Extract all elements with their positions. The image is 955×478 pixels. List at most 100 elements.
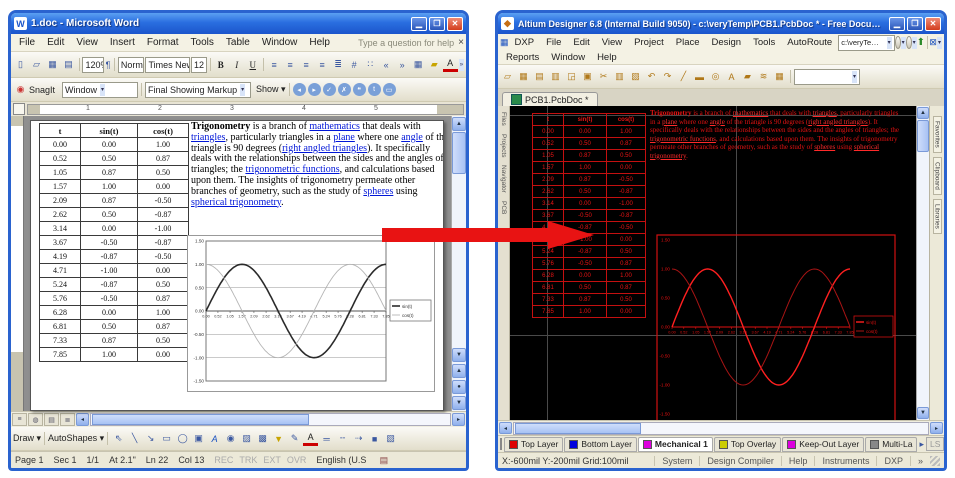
ls-button[interactable]: LS: [926, 437, 944, 451]
align-left-icon[interactable]: ≡: [267, 57, 282, 72]
toolbar-options-icon[interactable]: »: [459, 59, 464, 71]
scroll-up-icon[interactable]: ▲: [452, 117, 466, 131]
shadow-style-icon[interactable]: ■: [367, 431, 382, 446]
menu-tools[interactable]: Tools: [185, 36, 220, 49]
snagit-window-combo[interactable]: Window▾: [62, 82, 138, 98]
scroll-left-icon[interactable]: ◂: [76, 413, 89, 426]
hyperlink[interactable]: right angled triangles: [808, 118, 867, 126]
layer-tab-top-overlay[interactable]: Top Overlay: [714, 437, 781, 452]
layer-tab-multi-la[interactable]: Multi-La: [865, 437, 917, 452]
menu-dxp[interactable]: DXP: [509, 36, 541, 49]
hyperlink[interactable]: angle: [401, 132, 423, 143]
reject-change-icon[interactable]: ✗: [338, 83, 351, 96]
print-icon[interactable]: ▤: [532, 69, 547, 84]
undo-icon[interactable]: ↶: [644, 69, 659, 84]
parent-document-icon[interactable]: ⬆: [917, 37, 925, 48]
decrease-indent-icon[interactable]: «: [379, 57, 394, 72]
zoom-fit-icon[interactable]: ▣: [580, 69, 595, 84]
horizontal-ruler[interactable]: 12345: [27, 104, 464, 115]
left-tab-files[interactable]: Files: [500, 112, 507, 126]
menu-help[interactable]: Help: [591, 51, 623, 64]
panel-button-design-compiler[interactable]: Design Compiler: [699, 456, 781, 466]
close-button[interactable]: ✕: [925, 17, 941, 31]
hyperlink[interactable]: trigonometric functions: [650, 135, 716, 143]
scroll-down-icon[interactable]: ▼: [917, 407, 929, 419]
hyperlink[interactable]: spheres: [363, 186, 393, 197]
font-color-icon[interactable]: A: [443, 57, 458, 72]
panel-button-»[interactable]: »: [910, 456, 930, 466]
hyperlink[interactable]: plane: [662, 118, 677, 126]
align-right-icon[interactable]: ≡: [299, 57, 314, 72]
sine-cosine-chart[interactable]: -1.50-1.00-0.500.000.501.001.500.000.521…: [187, 235, 435, 392]
print-layout-view-icon[interactable]: ▤: [44, 413, 59, 426]
place-line-icon[interactable]: ╱: [676, 69, 691, 84]
word-titlebar[interactable]: W 1.doc - Microsoft Word ▁ ❐ ✕: [11, 13, 466, 34]
menu-window[interactable]: Window: [256, 36, 304, 49]
normal-view-icon[interactable]: ≡: [12, 413, 27, 426]
highlight-icon[interactable]: ▰: [427, 57, 442, 72]
scroll-thumb[interactable]: [452, 132, 466, 174]
altium-horizontal-scrollbar[interactable]: ◂ ▸: [498, 420, 944, 435]
board-wizard-icon[interactable]: ▦: [772, 69, 787, 84]
reviewing-pane-icon[interactable]: ▭: [383, 83, 396, 96]
arrow-style-icon[interactable]: ⇢: [351, 431, 366, 446]
minimize-button[interactable]: ▁: [411, 17, 427, 31]
paragraph-marks-icon[interactable]: ¶: [105, 57, 112, 72]
new-document-icon[interactable]: ▯: [13, 57, 28, 72]
menu-view[interactable]: View: [596, 36, 628, 49]
type-question-box[interactable]: Type a question for help: [358, 38, 454, 48]
style-combo[interactable]: Normal▾: [118, 57, 145, 73]
panel-button-system[interactable]: System: [654, 456, 699, 466]
trigonometry-paragraph[interactable]: Trigonometry is a branch of mathematics …: [191, 122, 444, 208]
place-polygon-icon[interactable]: ▰: [740, 69, 755, 84]
scroll-right-icon[interactable]: ▸: [452, 413, 465, 426]
picture-icon[interactable]: ▩: [255, 431, 270, 446]
restore-button[interactable]: ❐: [429, 17, 445, 31]
menu-edit[interactable]: Edit: [567, 36, 595, 49]
pcb-canvas[interactable]: tsin(t)cos(t)0.000.001.000.520.500.871.0…: [510, 106, 916, 420]
line-color-icon[interactable]: ✎: [287, 431, 302, 446]
font-size-combo[interactable]: 12▾: [191, 57, 207, 73]
web-layout-view-icon[interactable]: ◍: [28, 413, 43, 426]
document-path-combo[interactable]: c:\veryTemp\PCB1.PcbDoc InteractiveR *▾: [838, 35, 894, 51]
dash-style-icon[interactable]: ╌: [335, 431, 350, 446]
increase-indent-icon[interactable]: »: [395, 57, 410, 72]
right-tab-clipboard[interactable]: Clipboard: [933, 157, 942, 195]
panel-button-help[interactable]: Help: [781, 456, 815, 466]
close-button[interactable]: ✕: [447, 17, 463, 31]
layer-tab-top-layer[interactable]: Top Layer: [504, 437, 563, 452]
bold-icon[interactable]: B: [213, 57, 228, 72]
panel-button-instruments[interactable]: Instruments: [814, 456, 876, 466]
browse-next-icon[interactable]: ▼: [452, 396, 466, 410]
menu-design[interactable]: Design: [706, 36, 748, 49]
menubar-close-icon[interactable]: ×: [458, 37, 464, 48]
left-tab-projects[interactable]: Projects: [500, 134, 507, 157]
cut-icon[interactable]: ✂: [596, 69, 611, 84]
hyperlink[interactable]: spheres: [814, 143, 835, 151]
menu-project[interactable]: Project: [628, 36, 670, 49]
document-page[interactable]: tsin(t)cos(t)0.000.001.000.520.500.871.0…: [30, 120, 444, 411]
oval-icon[interactable]: ◯: [175, 431, 190, 446]
menu-table[interactable]: Table: [220, 36, 256, 49]
print-preview-icon[interactable]: ▥: [548, 69, 563, 84]
pcb-trigonometry-paragraph[interactable]: Trigonometry is a branch of mathematics …: [650, 109, 904, 160]
hyperlink[interactable]: mathematics: [309, 121, 360, 132]
hyperlink[interactable]: plane: [333, 132, 355, 143]
font-combo[interactable]: Times New Roman▾: [145, 57, 190, 73]
hscroll-track[interactable]: [90, 413, 451, 426]
menu-view[interactable]: View: [70, 36, 104, 49]
font-color-icon[interactable]: A: [303, 431, 318, 446]
resize-grip[interactable]: [930, 456, 940, 466]
altium-vertical-scrollbar[interactable]: ▲ ▼: [916, 106, 929, 420]
arrow-icon[interactable]: ↘: [143, 431, 158, 446]
layer-scroll-icon[interactable]: ▸: [919, 437, 924, 452]
hscroll-thumb[interactable]: [515, 423, 641, 434]
scroll-down-icon[interactable]: ▼: [452, 348, 466, 362]
clip-art-icon[interactable]: ▨: [239, 431, 254, 446]
hyperlink[interactable]: spherical trigonometry: [191, 197, 281, 208]
menu-window[interactable]: Window: [545, 51, 591, 64]
scroll-right-icon[interactable]: ▸: [930, 422, 943, 434]
left-tab-navigator[interactable]: Navigator: [500, 165, 507, 193]
autoshapes-menu[interactable]: AutoShapes ▾: [48, 433, 104, 444]
pcb-sine-cosine-chart[interactable]: -1.50-1.00-0.500.000.501.001.500.000.521…: [656, 234, 896, 420]
